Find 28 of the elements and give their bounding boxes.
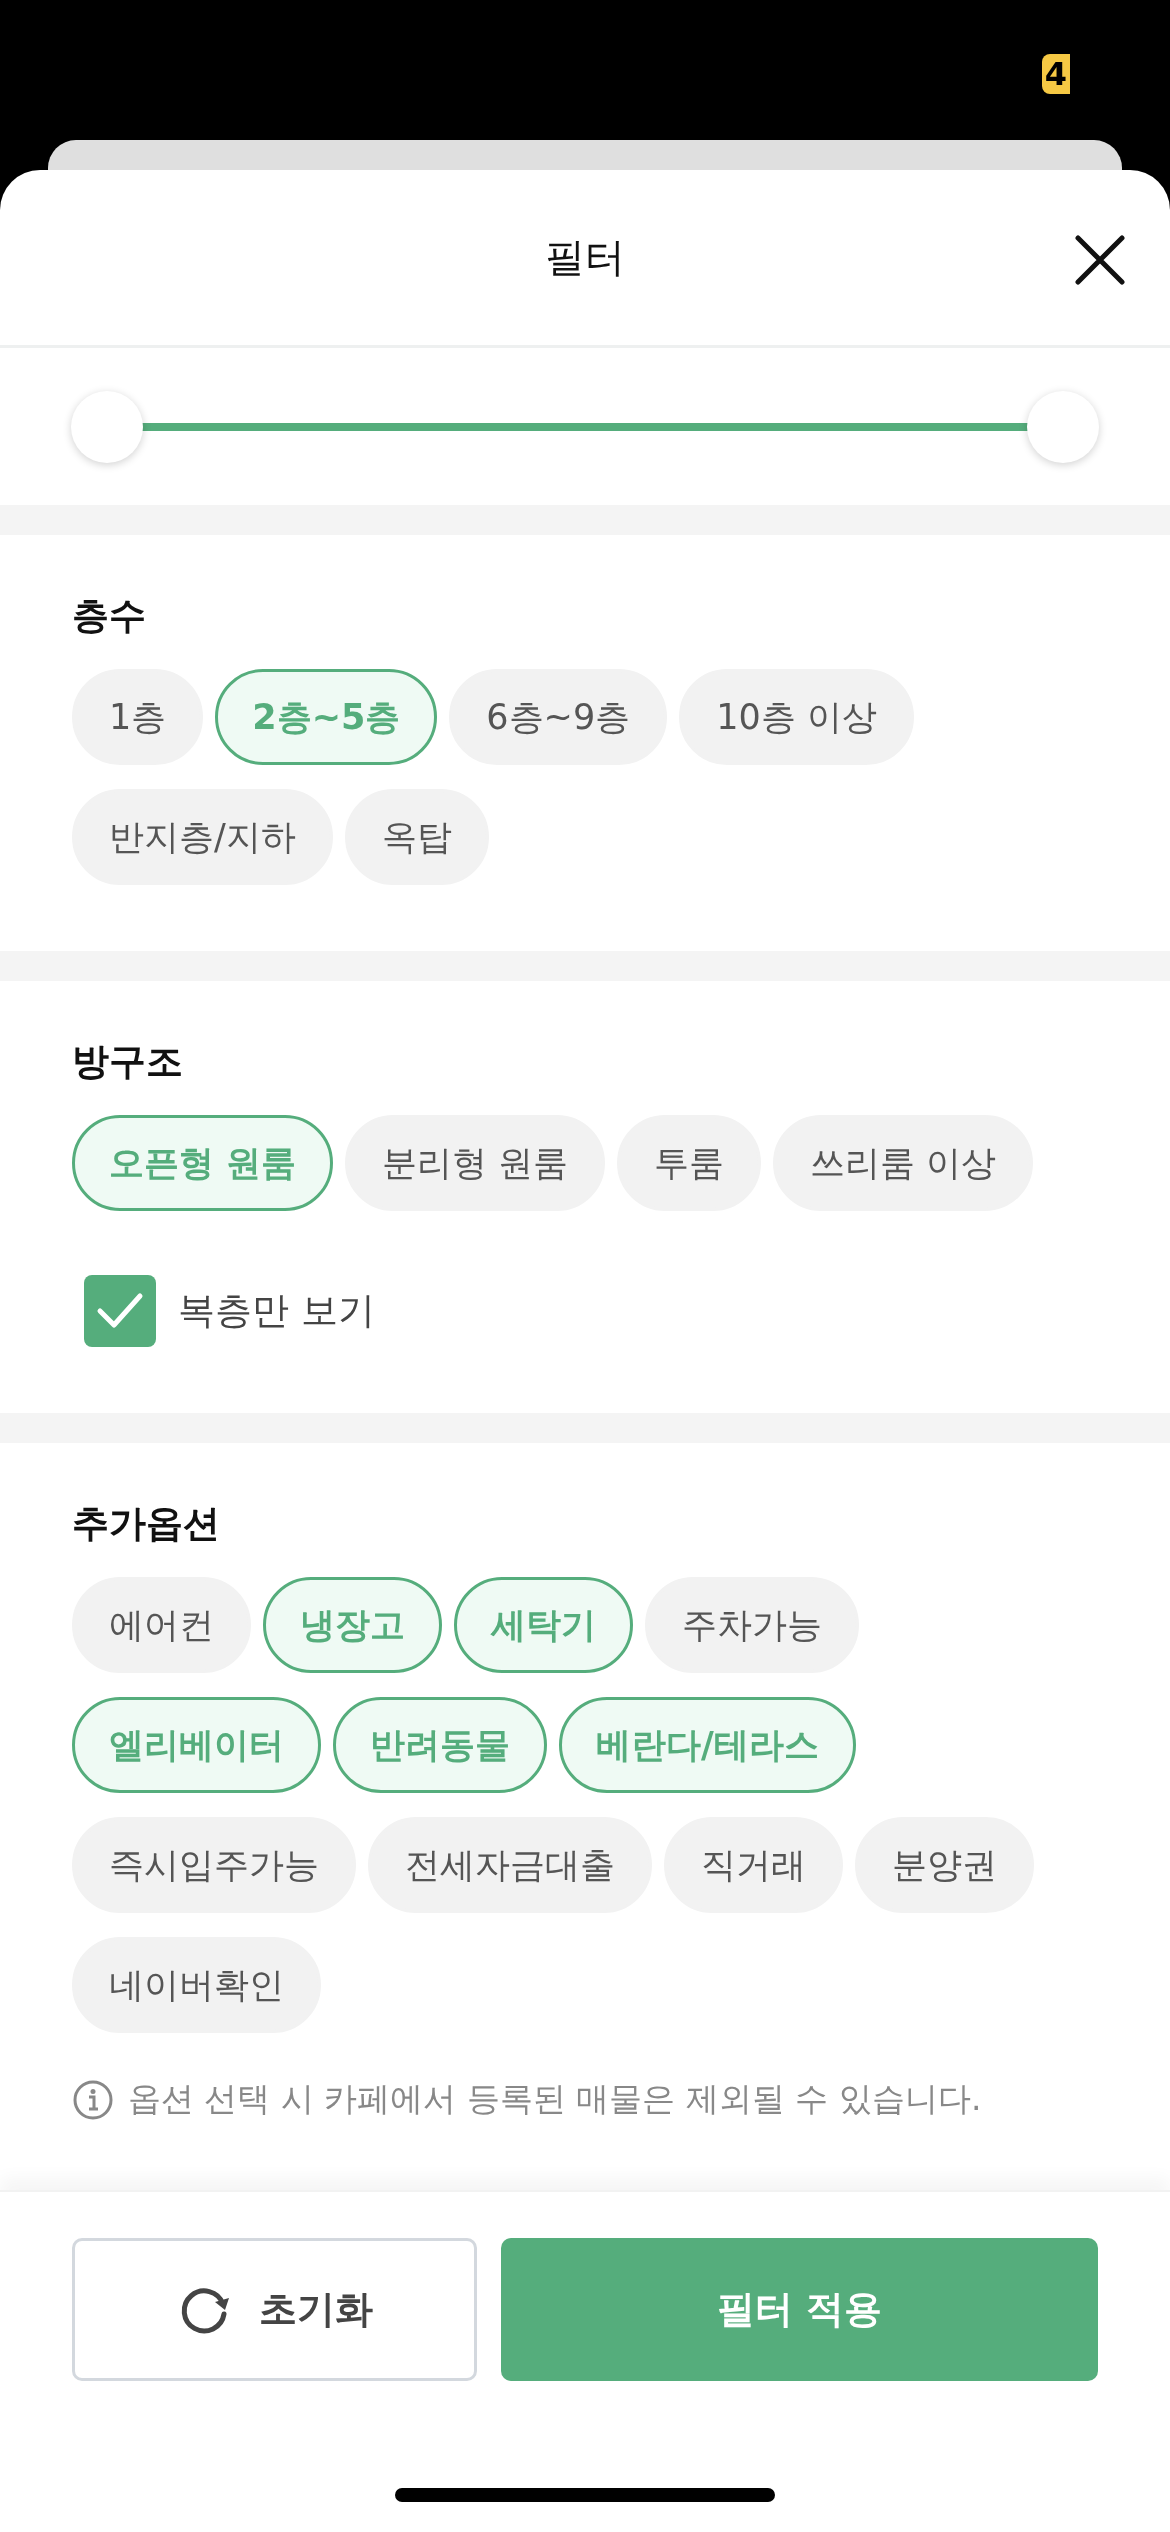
section-title: 추가옵션	[72, 1501, 221, 1547]
reset-button[interactable]: 초기화	[72, 2238, 477, 2381]
checkbox[interactable]	[84, 1275, 156, 1347]
section-title: 방구조	[72, 1039, 184, 1085]
filter-chip[interactable]: 즉시입주가능	[72, 1817, 356, 1913]
section-title: 층수	[72, 593, 147, 639]
filter-chip[interactable]: 분양권	[855, 1817, 1034, 1913]
filter-chip[interactable]: 네이버확인	[72, 1937, 321, 2033]
slider-thumb[interactable]	[1027, 390, 1099, 463]
filter-chip[interactable]: 전세자금대출	[368, 1817, 652, 1913]
status-badge: 4	[1042, 54, 1070, 94]
filter-chip[interactable]: 옥탑	[344, 789, 489, 885]
filter-chip[interactable]: 직거래	[664, 1817, 843, 1913]
checkbox-label: 복층만 보기	[178, 1288, 375, 1334]
info-icon	[72, 2078, 114, 2121]
filter-chip[interactable]: 반지층/지하	[72, 789, 333, 885]
info-note: 옵션 선택 시 카페에서 등록된 매물은 제외될 수 있습니다.	[128, 2078, 982, 2120]
filter-chip[interactable]: 분리형 원룸	[345, 1115, 606, 1211]
slider-thumb[interactable]	[71, 390, 143, 463]
filter-chip[interactable]: 1층	[72, 669, 204, 765]
filter-chip[interactable]: 주차가능	[645, 1577, 859, 1673]
filter-chip[interactable]: 에어컨	[72, 1577, 251, 1673]
filter-chip[interactable]: 투룸	[617, 1115, 762, 1211]
filter-chip[interactable]: 6층~9층	[449, 669, 668, 765]
check-icon	[96, 1291, 144, 1331]
filter-chip[interactable]: 10층 이상	[679, 669, 914, 765]
sheet-title: 필터	[545, 233, 625, 282]
filter-chip[interactable]: 쓰리룸 이상	[773, 1115, 1034, 1211]
